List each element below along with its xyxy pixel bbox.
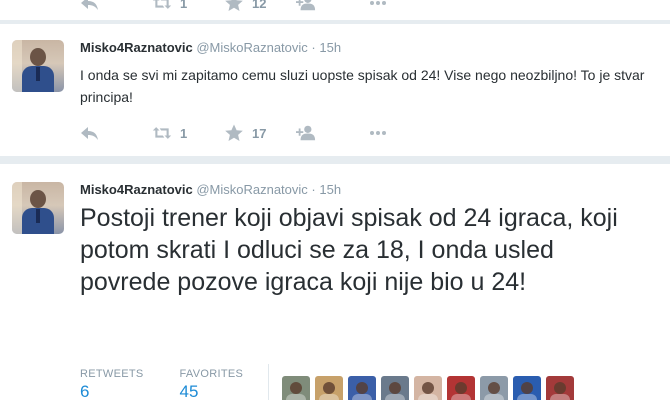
user-handle[interactable]: @MiskoRaznatovic <box>196 182 307 197</box>
retweets-stat[interactable]: RETWEETS 6 <box>80 368 144 400</box>
more-button[interactable] <box>368 122 388 144</box>
favorites-stat[interactable]: FAVORITES 45 <box>180 368 244 400</box>
favorites-value: 45 <box>179 382 199 400</box>
tweet-text: I onda se svi mi zapitamo cemu sluzi uop… <box>80 67 645 105</box>
tweet-header: Misko4Raznatovic @MiskoRaznatovic · 15h <box>80 40 341 55</box>
star-icon <box>224 0 244 12</box>
tweet-header: Misko4Raznatovic @MiskoRaznatovic · 15h <box>80 182 341 197</box>
tweet-stats: RETWEETS 6 FAVORITES 45 <box>80 368 279 400</box>
tweet-timestamp[interactable]: 15h <box>319 40 341 55</box>
tweet-actions: 1 12 <box>80 0 388 14</box>
follow-button[interactable] <box>296 0 368 14</box>
avatar[interactable] <box>12 40 64 92</box>
retweet-icon <box>152 0 172 12</box>
favoriter-avatar[interactable] <box>381 376 409 400</box>
reply-icon <box>80 124 100 142</box>
retweet-button[interactable]: 1 <box>152 122 224 144</box>
separator-dot: · <box>311 40 316 55</box>
favorite-button[interactable]: 17 <box>224 122 296 144</box>
favoriter-avatar[interactable] <box>282 376 310 400</box>
retweets-value: 6 <box>80 382 90 400</box>
favorite-count: 12 <box>252 0 267 11</box>
retweets-label: RETWEETS <box>80 368 144 380</box>
tweet-timestamp[interactable]: 15h <box>319 182 341 197</box>
previous-tweet-card: 1 12 <box>0 0 670 20</box>
favorite-button[interactable]: 12 <box>224 0 296 14</box>
star-icon <box>224 124 244 142</box>
favoriter-avatar[interactable] <box>513 376 541 400</box>
user-name[interactable]: Misko4Raznatovic <box>80 40 193 55</box>
user-handle[interactable]: @MiskoRaznatovic <box>196 40 307 55</box>
reply-button[interactable] <box>80 122 152 144</box>
more-icon <box>368 0 388 12</box>
separator-dot: · <box>311 182 316 197</box>
favoriter-avatars <box>282 376 579 400</box>
reply-icon <box>80 0 100 12</box>
retweet-icon <box>152 124 172 142</box>
favoriter-avatar[interactable] <box>315 376 343 400</box>
reply-button[interactable] <box>80 0 152 14</box>
favoriter-avatar[interactable] <box>414 376 442 400</box>
tweet-text: Postoji trener koji objavi spisak od 24 … <box>80 204 618 296</box>
favoriter-avatar[interactable] <box>546 376 574 400</box>
tweet-actions: 1 17 <box>80 122 388 144</box>
retweet-button[interactable]: 1 <box>152 0 224 14</box>
user-name[interactable]: Misko4Raznatovic <box>80 182 193 197</box>
follow-icon <box>296 124 316 142</box>
favoriter-avatar[interactable] <box>447 376 475 400</box>
favorites-label: FAVORITES <box>179 368 244 380</box>
retweet-count: 1 <box>180 125 188 141</box>
stats-divider <box>268 364 269 400</box>
more-icon <box>368 124 388 142</box>
avatar[interactable] <box>12 182 64 234</box>
expanded-tweet-card: Misko4Raznatovic @MiskoRaznatovic · 15h … <box>0 164 670 400</box>
retweet-count: 1 <box>180 0 188 11</box>
favorite-count: 17 <box>252 125 267 141</box>
more-button[interactable] <box>368 0 388 14</box>
favoriter-avatar[interactable] <box>480 376 508 400</box>
favoriter-avatar[interactable] <box>348 376 376 400</box>
tweet-card: Misko4Raznatovic @MiskoRaznatovic · 15h … <box>0 24 670 156</box>
follow-button[interactable] <box>296 122 368 144</box>
follow-icon <box>296 0 316 12</box>
